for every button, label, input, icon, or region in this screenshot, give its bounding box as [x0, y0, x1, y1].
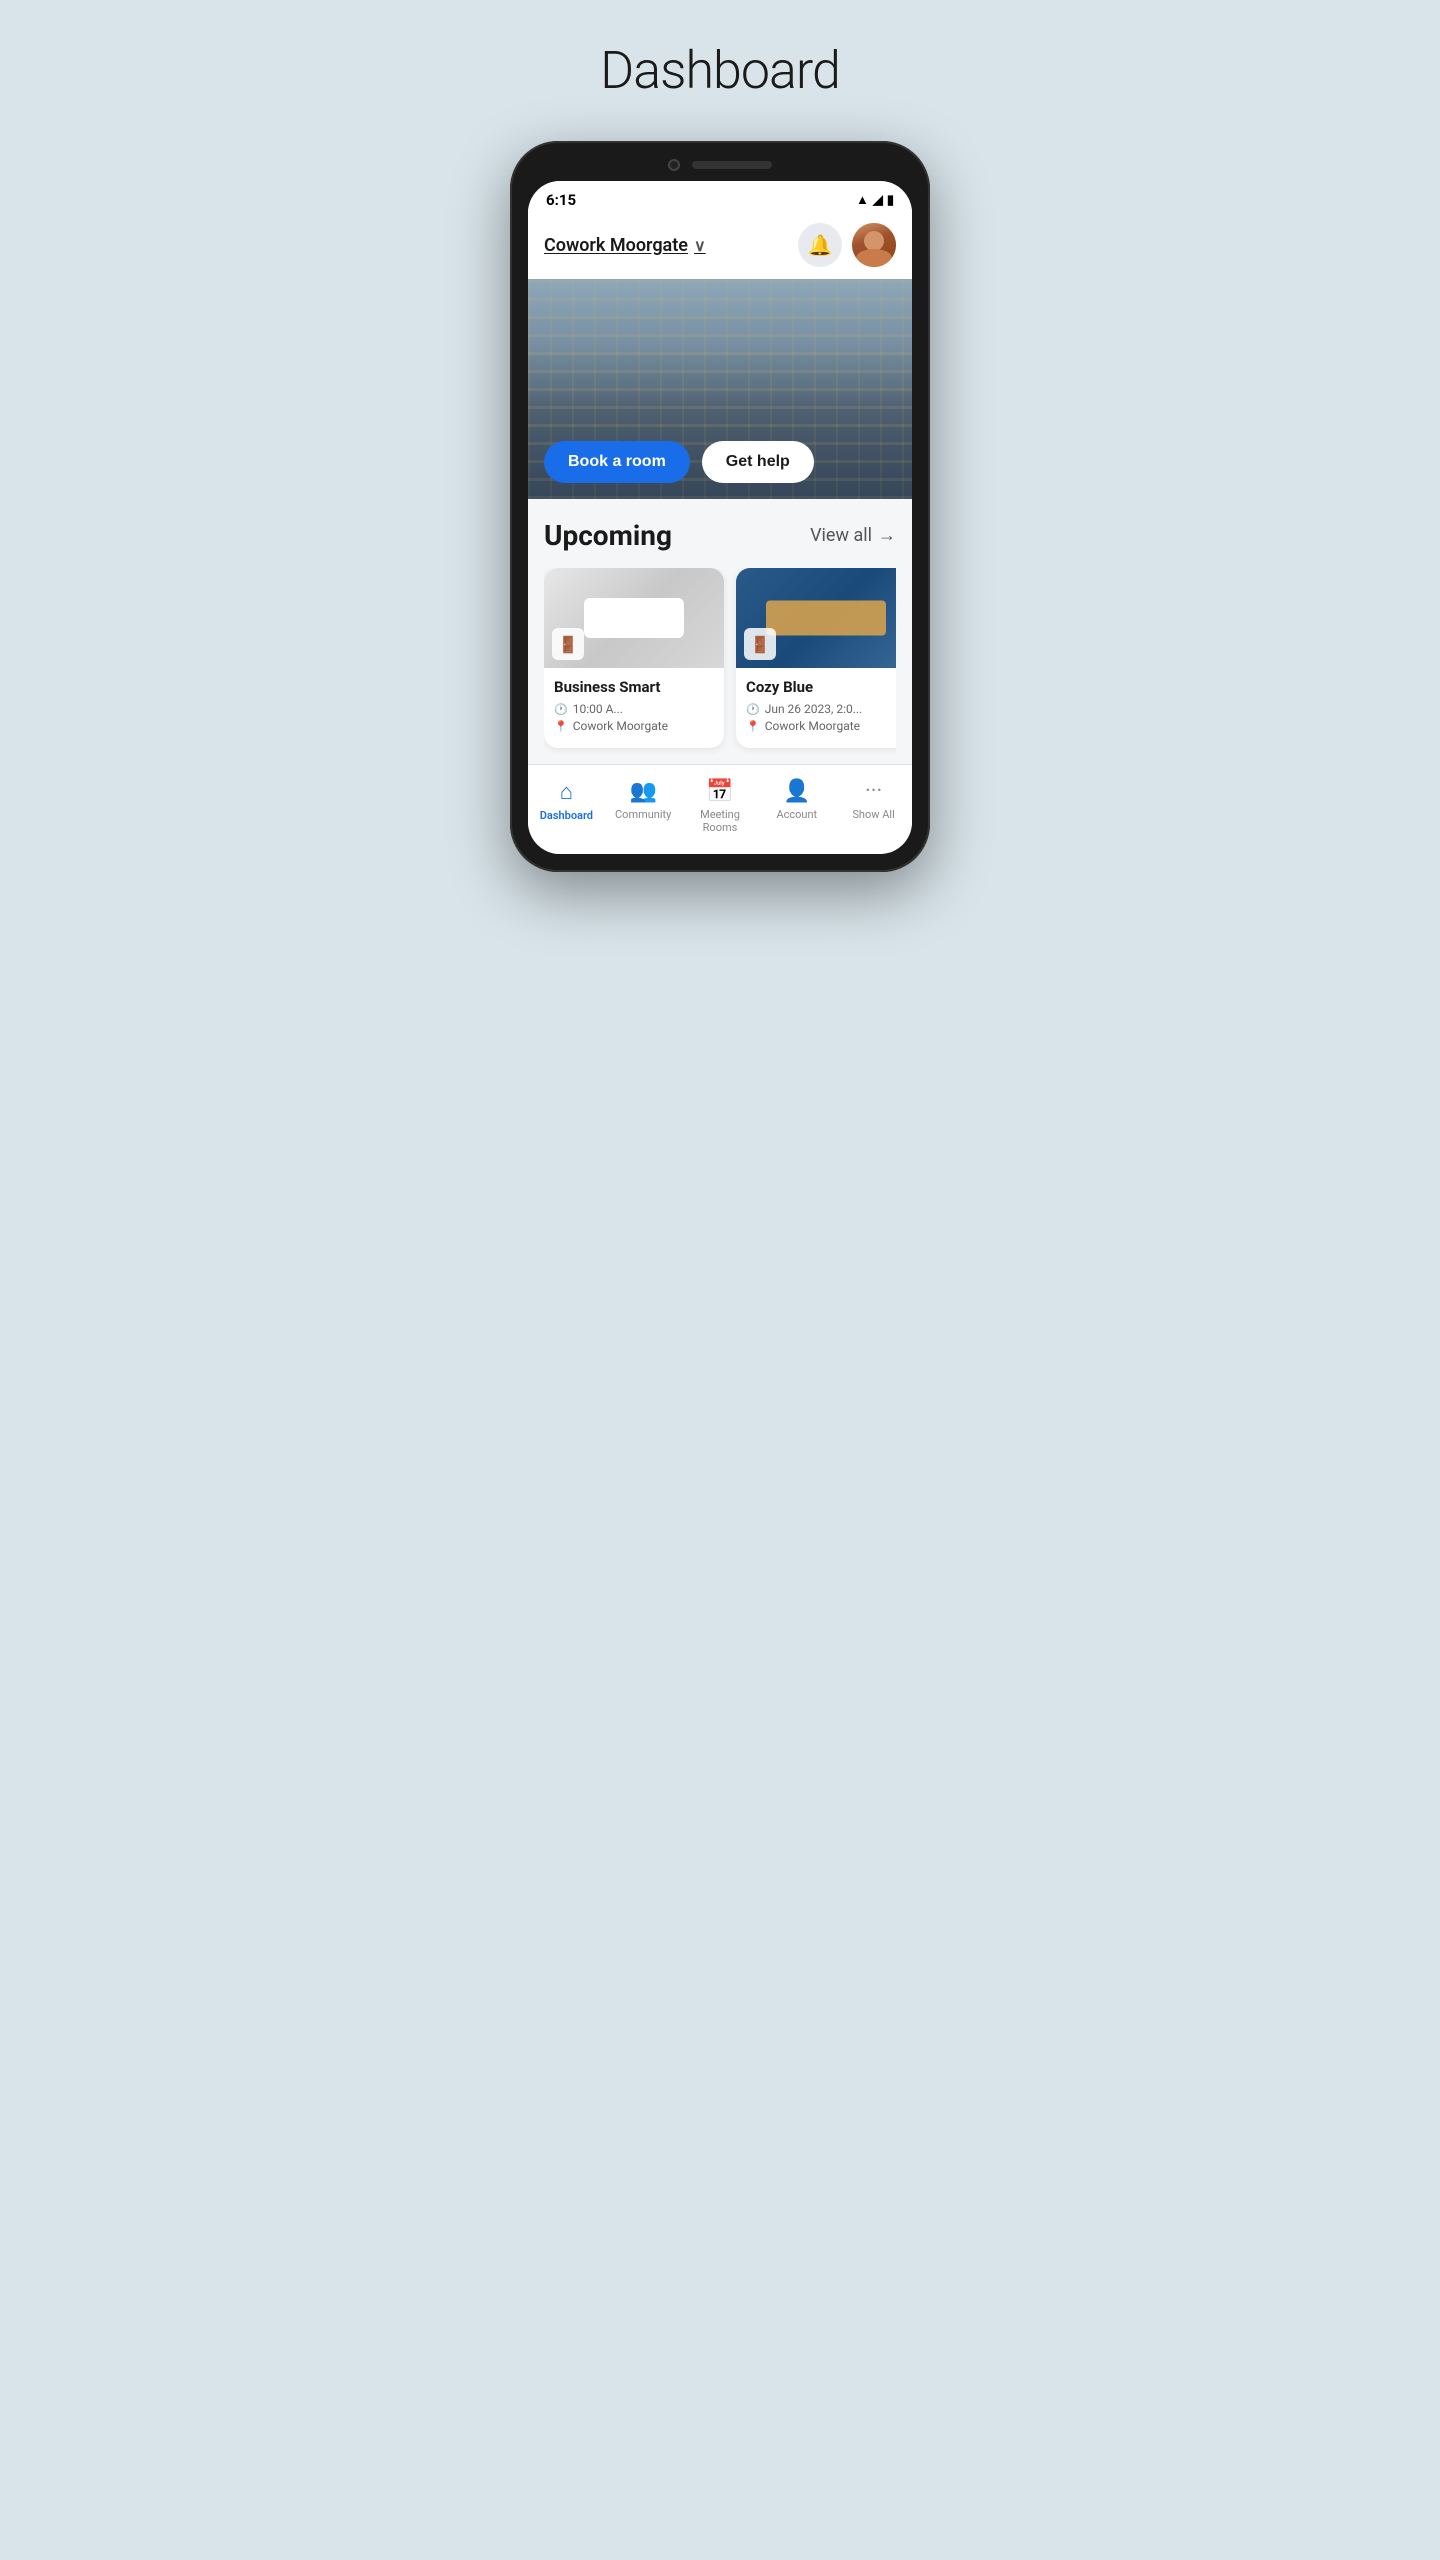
room-location-value: Cowork Moorgate: [573, 719, 668, 733]
hero-buttons: Book a room Get help: [544, 441, 814, 483]
nav-label-show-all: Show All: [852, 808, 894, 821]
room-location: 📍 Cowork Moorgate: [554, 719, 714, 733]
phone-top-bar: [528, 159, 912, 171]
home-icon: ⌂: [560, 779, 573, 805]
room-location-value-2: Cowork Moorgate: [765, 719, 860, 733]
status-time: 6:15: [546, 191, 576, 209]
room-card-info: Business Smart 🕐 10:00 A... 📍 Cowork Moo…: [544, 668, 724, 748]
nav-label-account: Account: [776, 808, 817, 821]
nav-label-community: Community: [615, 808, 671, 821]
room-location-2: 📍 Cowork Moorgate: [746, 719, 896, 733]
upcoming-section: Upcoming View all → 🚪 Business Smart: [528, 499, 912, 764]
battery-icon: ▮: [887, 193, 894, 208]
upcoming-cards-row: 🚪 Business Smart 🕐 10:00 A... 📍 Cowork M…: [544, 568, 896, 764]
location-icon-2: 📍: [746, 720, 760, 733]
room-card-cozy-blue[interactable]: 🚪 Cozy Blue 🕐 Jun 26 2023, 2:0... 📍 Cowo…: [736, 568, 896, 748]
nav-label-dashboard: Dashboard: [540, 809, 593, 822]
nav-item-dashboard[interactable]: ⌂ Dashboard: [528, 775, 605, 838]
chevron-down-icon: ∨: [694, 236, 706, 255]
front-camera: [668, 159, 680, 171]
avatar[interactable]: [852, 223, 896, 267]
page-title: Dashboard: [600, 40, 840, 101]
phone-screen: 6:15 ▲ ◢ ▮ Cowork Moorgate ∨ 🔔: [528, 181, 912, 854]
app-header: Cowork Moorgate ∨ 🔔: [528, 215, 912, 279]
room-card-image-blue: 🚪: [736, 568, 896, 668]
location-selector[interactable]: Cowork Moorgate ∨: [544, 235, 706, 256]
room-card-info-2: Cozy Blue 🕐 Jun 26 2023, 2:0... 📍 Cowork…: [736, 668, 896, 748]
room-card-business-smart[interactable]: 🚪 Business Smart 🕐 10:00 A... 📍 Cowork M…: [544, 568, 724, 748]
bell-icon: 🔔: [808, 233, 833, 258]
book-room-button[interactable]: Book a room: [544, 441, 690, 483]
nav-item-account[interactable]: 👤 Account: [758, 775, 835, 838]
location-icon: 📍: [554, 720, 568, 733]
clock-icon-2: 🕐: [746, 703, 760, 716]
room-name-2: Cozy Blue: [746, 678, 896, 696]
calendar-icon: 📅: [706, 779, 733, 804]
bottom-nav: ⌂ Dashboard 👥 Community 📅 MeetingRooms 👤…: [528, 764, 912, 854]
header-actions: 🔔: [798, 223, 896, 267]
door-icon: 🚪: [552, 628, 584, 660]
view-all-label: View all: [810, 525, 872, 546]
more-icon: ···: [865, 779, 882, 804]
signal-icon: ◢: [873, 193, 883, 208]
room-card-image-business: 🚪: [544, 568, 724, 668]
nav-item-community[interactable]: 👥 Community: [605, 775, 682, 838]
upcoming-header: Upcoming View all →: [544, 519, 896, 552]
room-time-value-2: Jun 26 2023, 2:0...: [765, 702, 863, 716]
room-time-value: 10:00 A...: [573, 702, 623, 716]
nav-item-meeting-rooms[interactable]: 📅 MeetingRooms: [682, 775, 759, 838]
get-help-button[interactable]: Get help: [702, 441, 814, 483]
nav-item-show-all[interactable]: ··· Show All: [835, 775, 912, 838]
clock-icon: 🕐: [554, 703, 568, 716]
view-all-link[interactable]: View all →: [810, 525, 896, 546]
room-name: Business Smart: [554, 678, 714, 696]
upcoming-title: Upcoming: [544, 519, 672, 552]
wifi-icon: ▲: [856, 192, 869, 208]
phone-frame: 6:15 ▲ ◢ ▮ Cowork Moorgate ∨ 🔔: [510, 141, 930, 872]
door-icon-2: 🚪: [744, 628, 776, 660]
room-time: 🕐 10:00 A...: [554, 702, 714, 716]
notification-button[interactable]: 🔔: [798, 223, 842, 267]
arrow-right-icon: →: [878, 525, 896, 546]
room-time-2: 🕐 Jun 26 2023, 2:0...: [746, 702, 896, 716]
location-name: Cowork Moorgate: [544, 235, 688, 256]
account-icon: 👤: [783, 779, 810, 804]
avatar-image: [852, 223, 896, 267]
status-icons: ▲ ◢ ▮: [856, 192, 894, 208]
community-icon: 👥: [629, 779, 656, 804]
speaker-grille: [692, 161, 772, 169]
nav-label-meeting-rooms: MeetingRooms: [700, 808, 740, 834]
hero-image: Book a room Get help: [528, 279, 912, 499]
status-bar: 6:15 ▲ ◢ ▮: [528, 181, 912, 215]
